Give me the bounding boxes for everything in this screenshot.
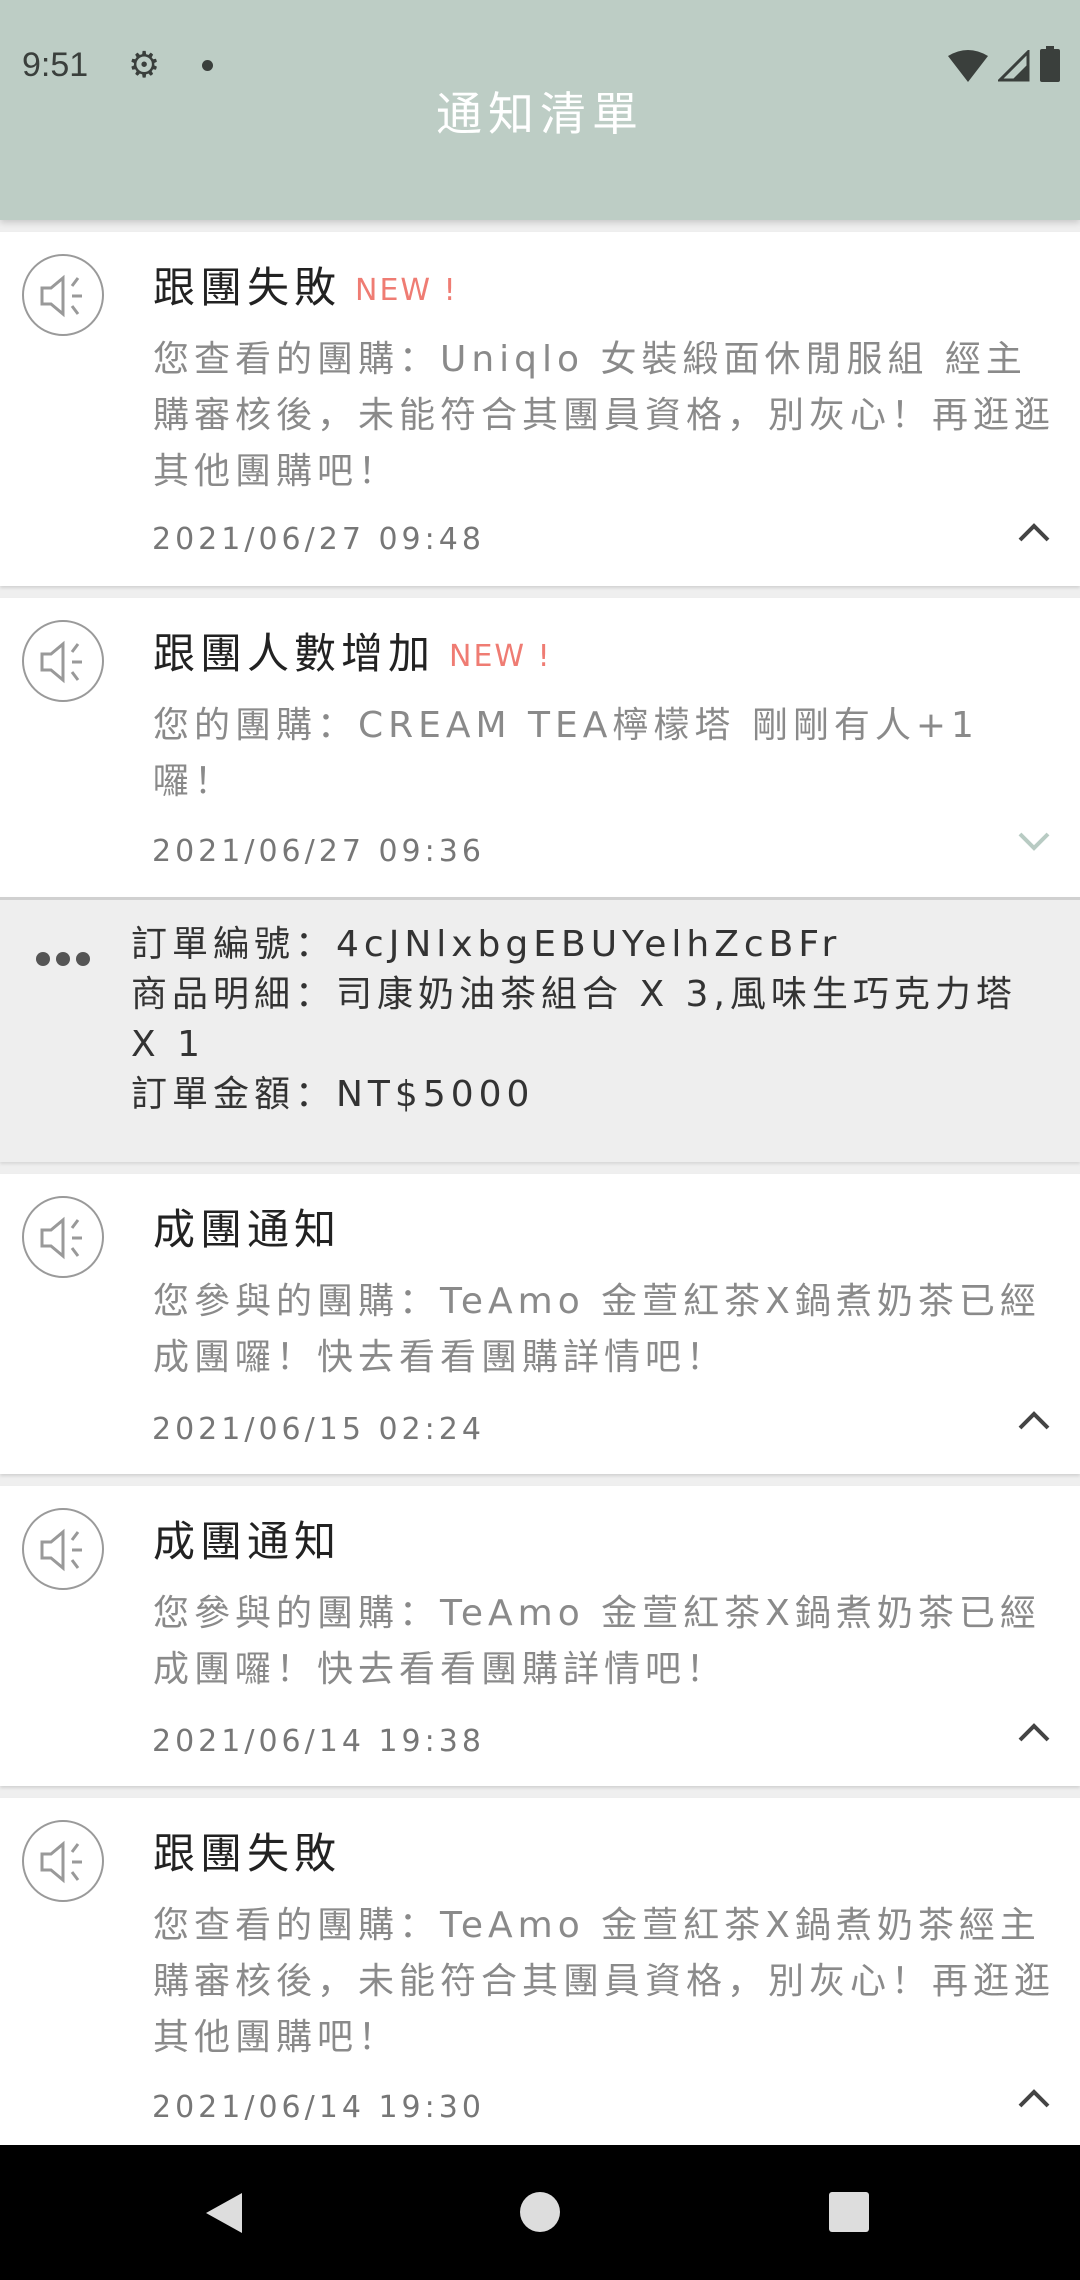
notification-body: 您參與的團購：TeAmo 金萱紅茶X鍋煮奶茶已經成團囉！快去看看團購詳情吧！ bbox=[153, 1593, 1041, 1690]
notification-date: 2021/06/27 09:48 bbox=[152, 522, 485, 557]
notification-body: 您的團購：CREAM TEA檸檬塔 剛剛有人+1囉！ bbox=[153, 705, 979, 802]
system-nav-bar bbox=[0, 2145, 1080, 2280]
speaker-icon bbox=[22, 1508, 104, 1590]
speaker-icon bbox=[22, 1820, 104, 1902]
notification-body: 您查看的團購：Uniqlo 女裝緞面休閒服組 經主購審核後，未能符合其團員資格，… bbox=[153, 339, 1056, 492]
notification-card[interactable]: 跟團失敗 您查看的團購：TeAmo 金萱紅茶X鍋煮奶茶經主購審核後，未能符合其團… bbox=[0, 1798, 1080, 2158]
notification-body: 您參與的團購：TeAmo 金萱紅茶X鍋煮奶茶已經成團囉！快去看看團購詳情吧！ bbox=[153, 1281, 1041, 1378]
notification-date: 2021/06/14 19:38 bbox=[152, 1724, 485, 1759]
order-amount: 訂單金額：NT$5000 bbox=[131, 1074, 535, 1115]
notification-card[interactable]: 成團通知 您參與的團購：TeAmo 金萱紅茶X鍋煮奶茶已經成團囉！快去看看團購詳… bbox=[0, 1486, 1080, 1786]
notification-dot-icon bbox=[202, 60, 213, 71]
order-items: 商品明細：司康奶油茶組合 X 3,風味生巧克力塔 X 1 bbox=[131, 974, 1017, 1065]
chevron-down-icon[interactable] bbox=[1014, 828, 1054, 854]
speaker-icon bbox=[22, 620, 104, 702]
app-header: 9:51 ⚙ 通知清單 bbox=[0, 0, 1080, 220]
notification-title: 成團通知 bbox=[153, 1517, 342, 1566]
home-icon[interactable] bbox=[519, 2191, 561, 2233]
new-badge: NEW ! bbox=[355, 273, 458, 308]
chevron-up-icon[interactable] bbox=[1014, 2084, 1054, 2110]
notification-title: 跟團失敗 bbox=[153, 263, 342, 312]
notification-card[interactable]: 跟團人數增加 NEW ! 您的團購：CREAM TEA檸檬塔 剛剛有人+1囉！ 2… bbox=[0, 598, 1080, 897]
battery-icon bbox=[1040, 46, 1060, 82]
order-detail-panel: 訂單編號：4cJNlxbgEBUYelhZcBFr 商品明細：司康奶油茶組合 X… bbox=[0, 897, 1080, 1162]
notification-date: 2021/06/14 19:30 bbox=[152, 2090, 485, 2125]
notification-list: 跟團失敗 NEW ! 您查看的團購：Uniqlo 女裝緞面休閒服組 經主購審核後，… bbox=[0, 232, 1080, 2170]
speaker-icon bbox=[22, 254, 104, 336]
notification-title: 成團通知 bbox=[153, 1205, 342, 1254]
back-icon[interactable] bbox=[204, 2191, 244, 2235]
more-dots-icon bbox=[36, 952, 90, 966]
speaker-icon bbox=[22, 1196, 104, 1278]
new-badge: NEW ! bbox=[449, 639, 552, 674]
notification-card[interactable]: 跟團失敗 NEW ! 您查看的團購：Uniqlo 女裝緞面休閒服組 經主購審核後，… bbox=[0, 232, 1080, 586]
notification-title: 跟團人數增加 bbox=[153, 629, 436, 678]
chevron-up-icon[interactable] bbox=[1014, 1406, 1054, 1432]
notification-date: 2021/06/27 09:36 bbox=[152, 834, 485, 869]
notification-date: 2021/06/15 02:24 bbox=[152, 1412, 485, 1447]
page-title: 通知清單 bbox=[436, 87, 644, 141]
notification-card[interactable]: 成團通知 您參與的團購：TeAmo 金萱紅茶X鍋煮奶茶已經成團囉！快去看看團購詳… bbox=[0, 1174, 1080, 1474]
recents-icon[interactable] bbox=[829, 2192, 869, 2232]
notification-title: 跟團失敗 bbox=[153, 1829, 342, 1878]
chevron-up-icon[interactable] bbox=[1014, 518, 1054, 544]
order-number: 訂單編號：4cJNlxbgEBUYelhZcBFr bbox=[131, 924, 842, 965]
chevron-up-icon[interactable] bbox=[1014, 1718, 1054, 1744]
notification-body: 您查看的團購：TeAmo 金萱紅茶X鍋煮奶茶經主購審核後，未能符合其團員資格，別… bbox=[153, 1905, 1056, 2058]
